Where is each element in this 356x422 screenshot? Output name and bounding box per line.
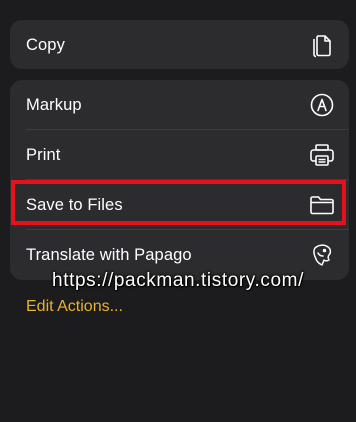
share-sheet: Copy Markup Print Save to Files Translat… xyxy=(0,0,356,422)
watermark-url: https://packman.tistory.com/ xyxy=(52,270,304,291)
translate-label: Translate with Papago xyxy=(26,245,192,264)
copy-label: Copy xyxy=(26,35,65,54)
markup-icon xyxy=(309,92,335,118)
copy-button[interactable]: Copy xyxy=(10,20,349,69)
markup-label: Markup xyxy=(26,95,82,114)
save-to-files-button[interactable]: Save to Files xyxy=(10,180,349,230)
folder-icon xyxy=(309,192,335,218)
print-button[interactable]: Print xyxy=(10,130,349,180)
copy-icon xyxy=(309,32,335,58)
edit-actions-link[interactable]: Edit Actions... xyxy=(26,298,123,316)
papago-icon xyxy=(309,242,335,268)
printer-icon xyxy=(309,142,335,168)
actions-group: Markup Print Save to Files Translate wit… xyxy=(10,80,349,280)
copy-group: Copy xyxy=(10,20,349,69)
save-to-files-label: Save to Files xyxy=(26,195,123,214)
markup-button[interactable]: Markup xyxy=(10,80,349,130)
print-label: Print xyxy=(26,145,61,164)
